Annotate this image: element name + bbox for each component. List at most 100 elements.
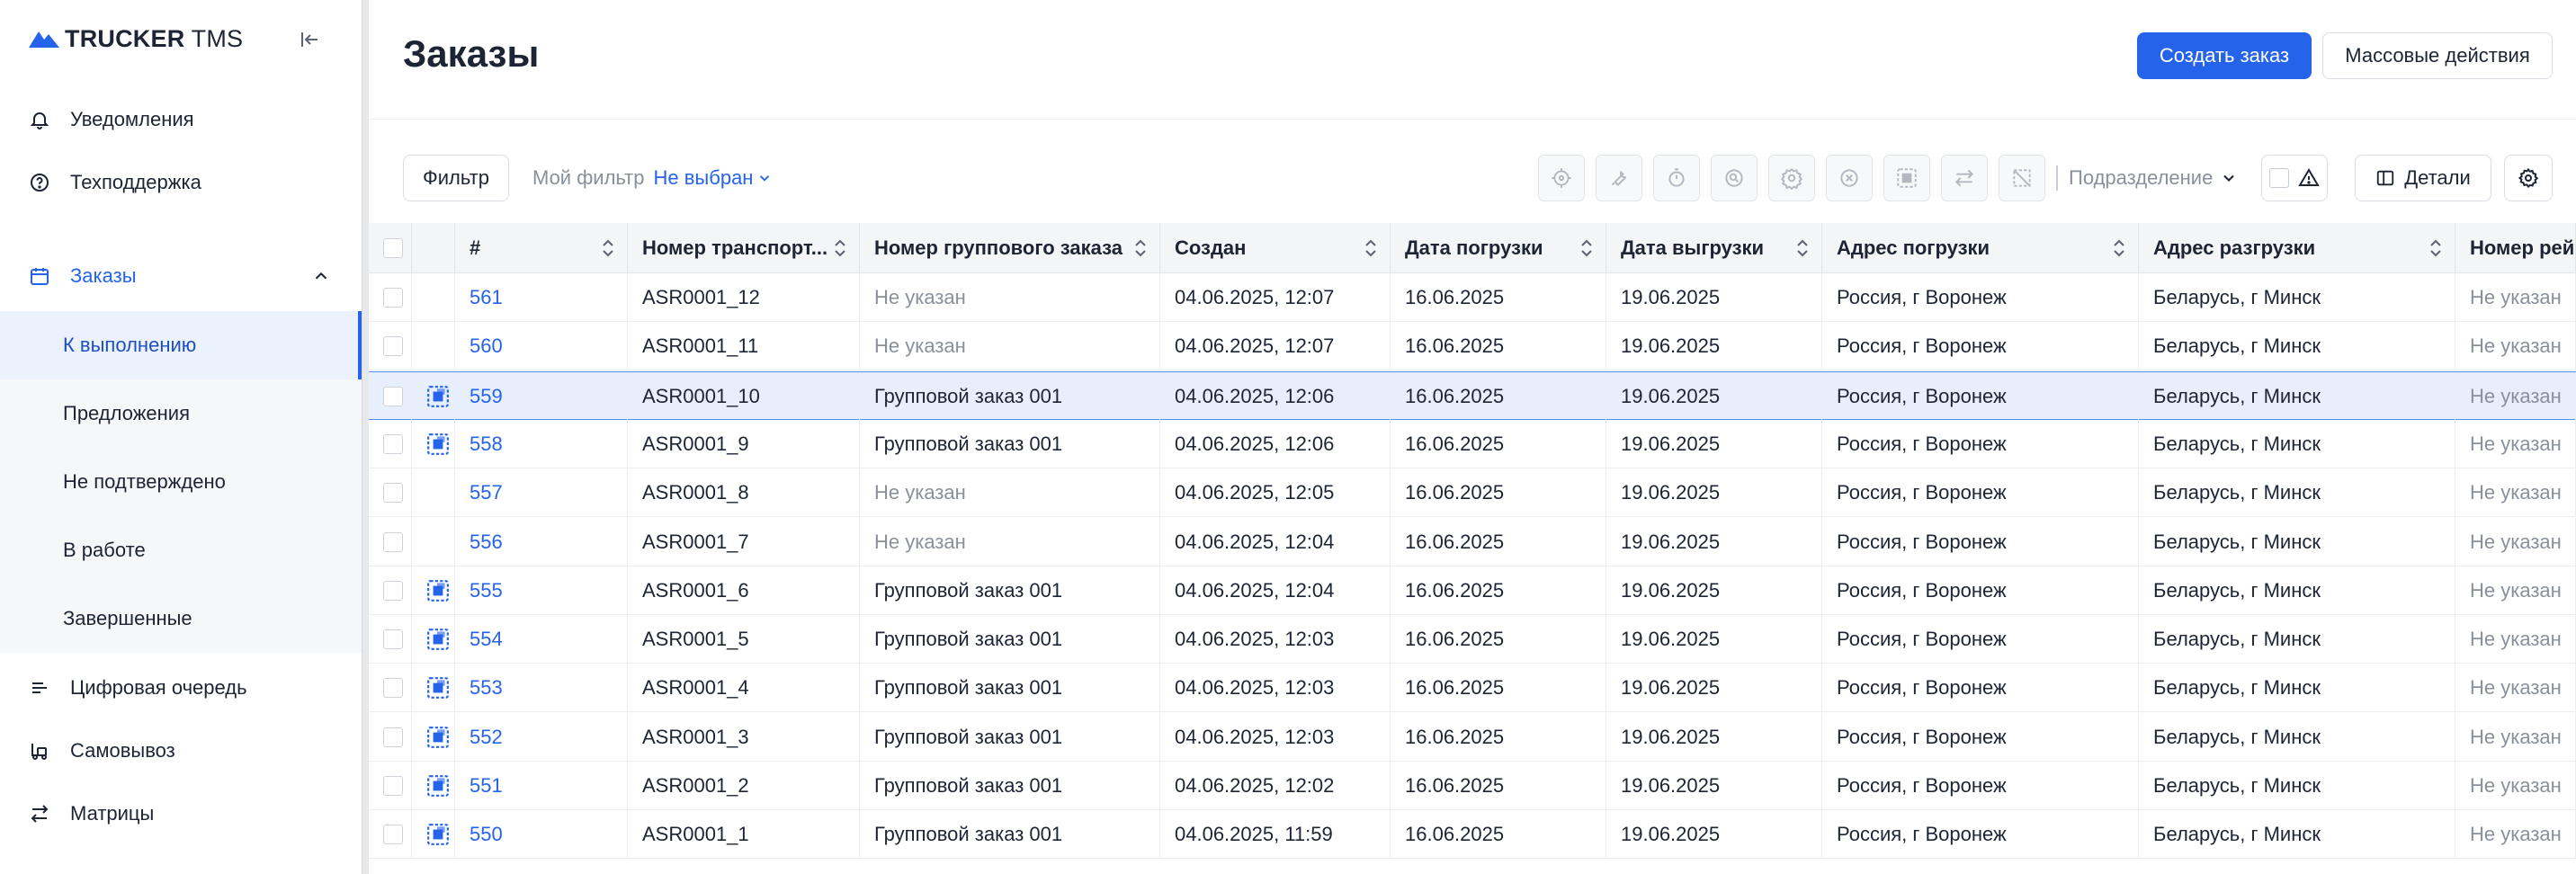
row-checkbox[interactable] <box>383 776 403 796</box>
collapse-sidebar-button[interactable] <box>293 23 326 56</box>
cell-transport: ASR0001_1 <box>628 810 860 860</box>
table-row[interactable]: 554 ASR0001_5 Групповой заказ 001 04.06.202… <box>369 615 2576 664</box>
header-col-flight-number[interactable]: Номер рей <box>2455 223 2576 273</box>
sort-icon[interactable] <box>1132 238 1149 258</box>
cell-id[interactable]: 556 <box>455 517 628 566</box>
row-checkbox[interactable] <box>383 483 403 504</box>
sidebar-resize-handle[interactable] <box>362 0 369 874</box>
sidebar-section-orders[interactable]: Заказы <box>0 245 362 308</box>
timer-icon[interactable] <box>1653 155 1700 201</box>
cell-id[interactable]: 551 <box>455 762 628 810</box>
sidebar-section-label: Заказы <box>70 264 137 287</box>
sort-icon[interactable] <box>2428 238 2444 258</box>
create-order-button[interactable]: Создать заказ <box>2137 32 2312 79</box>
select-all-checkbox[interactable] <box>383 238 403 258</box>
sort-icon[interactable] <box>832 238 848 258</box>
row-checkbox[interactable] <box>383 433 403 454</box>
header-col-load-address[interactable]: Адрес погрузки <box>1822 223 2139 273</box>
cell-id[interactable]: 555 <box>455 566 628 615</box>
header-col-transport-number[interactable]: Номер транспорт... <box>628 223 860 273</box>
header-col-unload-address[interactable]: Адрес разгрузки <box>2139 223 2455 273</box>
transfer-icon[interactable] <box>1941 155 1988 201</box>
column-header-label: Создан <box>1175 236 1247 259</box>
app-logo[interactable]: TRUCKER TMS <box>29 23 243 54</box>
mass-actions-button[interactable]: Массовые действия <box>2322 32 2553 79</box>
cell-group: Групповой заказ 001 <box>860 664 1160 713</box>
group-order-icon <box>427 677 449 700</box>
table-row[interactable]: 558 ASR0001_9 Групповой заказ 001 04.06.202… <box>369 419 2576 468</box>
row-checkbox[interactable] <box>383 531 403 552</box>
wrench-icon[interactable] <box>1596 155 1642 201</box>
sidebar-item-pickup[interactable]: Самовывоз <box>0 719 362 782</box>
sort-icon[interactable] <box>2111 238 2127 258</box>
no-entry-icon[interactable] <box>1999 155 2045 201</box>
sort-icon[interactable] <box>1794 238 1811 258</box>
my-filter-dropdown[interactable]: Мой фильтр Не выбран <box>532 155 773 201</box>
row-checkbox[interactable] <box>383 727 403 747</box>
group-indicator-cell <box>412 273 455 322</box>
table-row[interactable]: 557 ASR0001_8 Не указан 04.06.2025, 12:05 16… <box>369 468 2576 518</box>
search-zoom-icon[interactable] <box>1711 155 1758 201</box>
table-row[interactable]: 553 ASR0001_4 Групповой заказ 001 04.06.202… <box>369 664 2576 713</box>
sidebar-item-support[interactable]: Техподдержка <box>0 151 362 214</box>
table-row[interactable]: 561 ASR0001_12 Не указан 04.06.2025, 12:07 1… <box>369 273 2576 322</box>
header-col-number[interactable]: # <box>455 223 628 273</box>
sidebar-subitem-in-progress[interactable]: В работе <box>0 516 362 584</box>
group-icon[interactable] <box>1883 155 1930 201</box>
sidebar-item-matrices[interactable]: Матрицы <box>0 782 362 845</box>
cell-unload: 19.06.2025 <box>1606 566 1822 615</box>
header-col-load-date[interactable]: Дата погрузки <box>1391 223 1606 273</box>
row-checkbox[interactable] <box>383 336 403 357</box>
table-row[interactable]: 555 ASR0001_6 Групповой заказ 001 04.06.202… <box>369 566 2576 615</box>
warning-filter-checkbox[interactable] <box>2269 168 2289 188</box>
table-row[interactable]: 556 ASR0001_7 Не указан 04.06.2025, 12:04 16… <box>369 517 2576 566</box>
header-col-unload-date[interactable]: Дата выгрузки <box>1606 223 1822 273</box>
row-checkbox[interactable] <box>383 386 403 406</box>
division-dropdown[interactable]: Подразделение <box>2069 155 2238 201</box>
sidebar-item-notifications[interactable]: Уведомления <box>0 88 362 151</box>
header-col-created[interactable]: Создан <box>1160 223 1391 273</box>
sort-icon[interactable] <box>1363 238 1379 258</box>
cancel-circle-icon[interactable] <box>1826 155 1873 201</box>
sidebar-subitem-offers[interactable]: Предложения <box>0 379 362 448</box>
row-checkbox[interactable] <box>383 580 403 601</box>
cell-id[interactable]: 557 <box>455 468 628 518</box>
details-button[interactable]: Детали <box>2355 155 2491 201</box>
sidebar-subitem-unconfirmed[interactable]: Не подтверждено <box>0 448 362 516</box>
cell-id[interactable]: 553 <box>455 664 628 713</box>
table-settings-button[interactable] <box>2504 155 2553 201</box>
cell-id[interactable]: 561 <box>455 273 628 322</box>
calendar-icon <box>29 265 50 287</box>
sidebar-subitem-completed[interactable]: Завершенные <box>0 584 362 653</box>
target-icon[interactable] <box>1538 155 1585 201</box>
queue-icon <box>29 677 50 699</box>
header-col-group-order[interactable]: Номер группового заказа <box>860 223 1160 273</box>
cell-id[interactable]: 560 <box>455 322 628 371</box>
header-select-all-checkbox-col[interactable] <box>369 223 412 273</box>
warning-filter-toggle[interactable] <box>2261 155 2328 201</box>
cell-id[interactable]: 558 <box>455 419 628 468</box>
row-checkbox[interactable] <box>383 629 403 650</box>
filter-button[interactable]: Фильтр <box>403 155 509 201</box>
sort-icon[interactable] <box>1579 238 1595 258</box>
table-row[interactable]: 552 ASR0001_3 Групповой заказ 001 04.06.202… <box>369 712 2576 762</box>
row-checkbox[interactable] <box>383 678 403 699</box>
header-group-col[interactable] <box>412 223 455 273</box>
cell-id[interactable]: 552 <box>455 712 628 762</box>
sidebar-subitem-to-do[interactable]: К выполнению <box>0 311 362 379</box>
sidebar-item-digital-queue[interactable]: Цифровая очередь <box>0 656 362 719</box>
table-row[interactable]: 551 ASR0001_2 Групповой заказ 001 04.06.202… <box>369 762 2576 810</box>
cell-id[interactable]: 550 <box>455 810 628 860</box>
table-row[interactable]: 559 ASR0001_10 Групповой заказ 001 04.06.20… <box>369 370 2576 421</box>
cell-id[interactable]: 559 <box>455 371 628 421</box>
gear-outline-icon[interactable] <box>1768 155 1815 201</box>
cell-load: 16.06.2025 <box>1391 322 1606 371</box>
sidebar-subitem-label: Завершенные <box>63 607 192 629</box>
cell-id[interactable]: 554 <box>455 615 628 664</box>
sort-icon[interactable] <box>600 238 616 258</box>
row-checkbox[interactable] <box>383 825 403 845</box>
table-row[interactable]: 550 ASR0001_1 Групповой заказ 001 04.06.202… <box>369 810 2576 860</box>
table-row[interactable]: 560 ASR0001_11 Не указан 04.06.2025, 12:07 1… <box>369 322 2576 371</box>
row-checkbox[interactable] <box>383 288 403 308</box>
cell-flight: Не указан <box>2455 566 2576 615</box>
